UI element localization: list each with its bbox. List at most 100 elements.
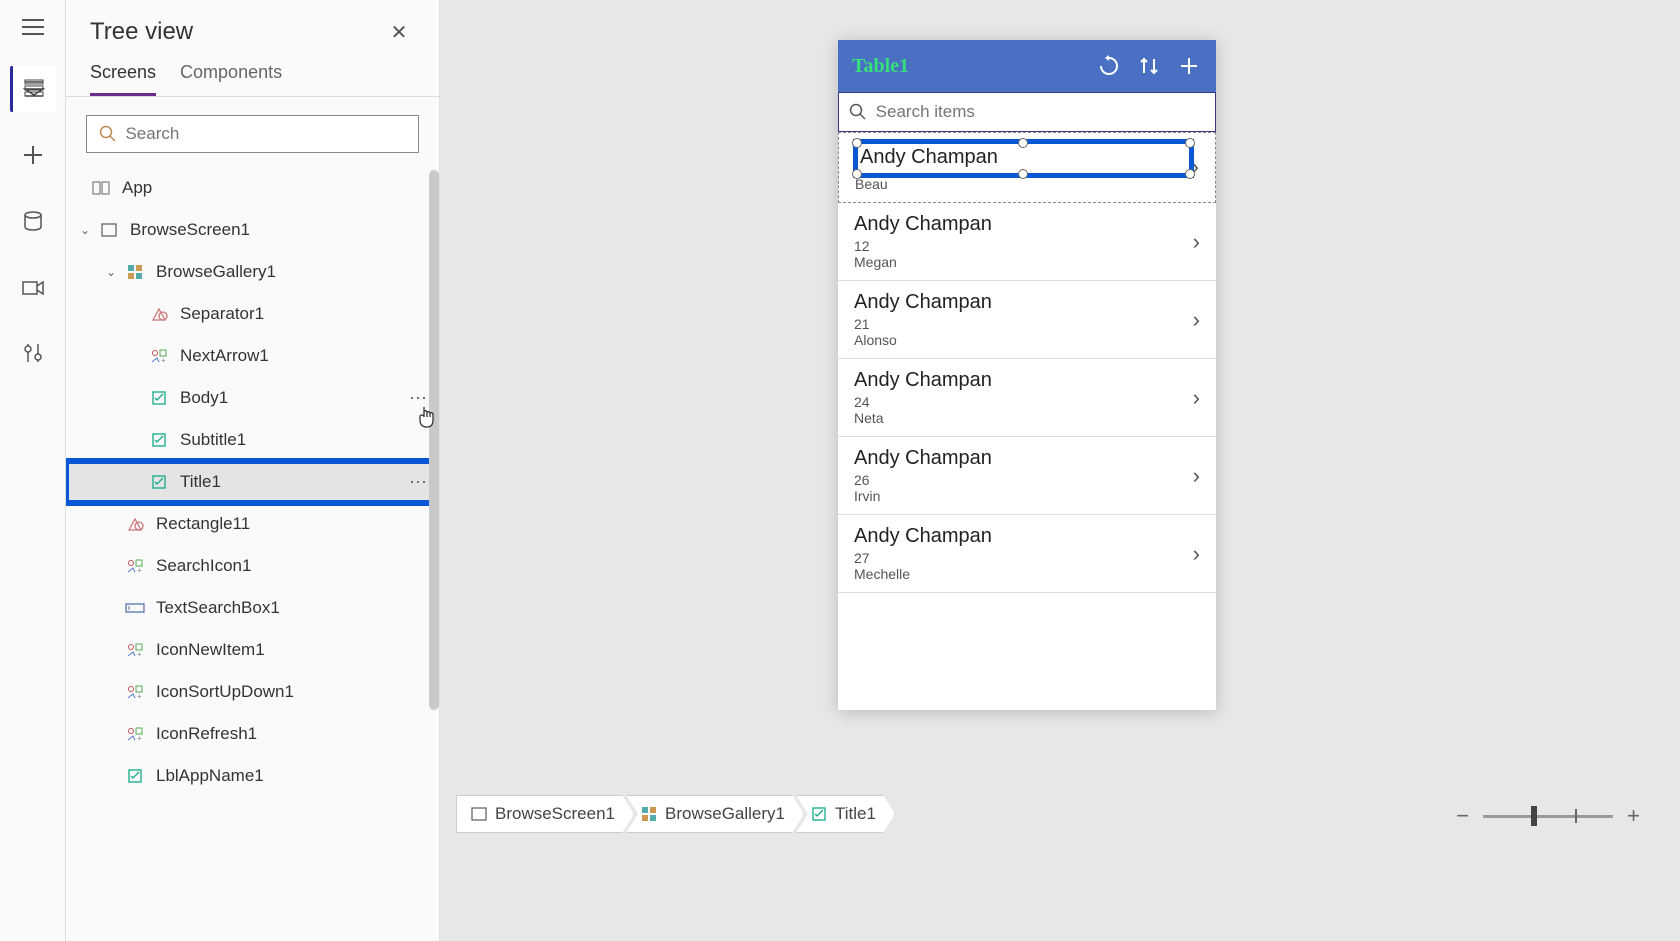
tree-node-lblappname1[interactable]: LblAppName1	[66, 755, 439, 797]
item-title: Andy Champan	[854, 525, 1193, 548]
breadcrumb: BrowseScreen1 BrowseGallery1 Title1	[456, 795, 895, 833]
gallery-item[interactable]: Andy Champan 27Mechelle›	[838, 515, 1216, 593]
tree-node-subtitle1[interactable]: Subtitle1	[66, 419, 439, 461]
app-icon	[90, 177, 112, 199]
zoom-control: − +	[1456, 803, 1640, 829]
tree-node-screen[interactable]: ⌄ BrowseScreen1	[66, 209, 439, 251]
control-icon: +	[124, 723, 146, 745]
zoom-out-button[interactable]: −	[1456, 803, 1469, 829]
item-subtitle: 12	[854, 238, 1193, 254]
item-title: Andy Champan	[854, 447, 1193, 470]
tree-node-gallery[interactable]: ⌄ BrowseGallery1	[66, 251, 439, 293]
tree-scrollbar[interactable]	[429, 170, 439, 710]
item-body: Megan	[854, 254, 1193, 270]
refresh-icon[interactable]	[1096, 53, 1122, 79]
gallery-item[interactable]: Andy Champan 21Alonso›	[838, 281, 1216, 359]
item-body: Irvin	[854, 488, 1193, 504]
chevron-down-icon[interactable]: ⌄	[104, 265, 118, 279]
app-preview: Table1 Andy ChampanBeau›Andy Champan12Me…	[838, 40, 1216, 710]
rail-data-icon[interactable]	[10, 198, 56, 244]
more-icon[interactable]: ⋯	[409, 472, 429, 493]
search-icon	[849, 103, 866, 121]
svg-text:+: +	[137, 734, 142, 742]
tree-node-textsearchbox1[interactable]: TextSearchBox1	[66, 587, 439, 629]
item-subtitle: 21	[854, 316, 1193, 332]
control-icon: +	[124, 639, 146, 661]
svg-text:+: +	[137, 566, 142, 574]
item-title: Andy Champan	[854, 369, 1193, 392]
rail-treeview-icon[interactable]	[10, 66, 56, 112]
screen-icon	[98, 219, 120, 241]
item-title: Andy Champan	[854, 291, 1193, 314]
tab-components[interactable]: Components	[180, 62, 282, 96]
item-body: Neta	[854, 410, 1193, 426]
app-search-bar[interactable]	[838, 92, 1216, 132]
chevron-right-icon[interactable]: ›	[1193, 541, 1200, 567]
tree-tabs: Screens Components	[66, 54, 439, 97]
search-icon	[99, 125, 115, 143]
item-body: Mechelle	[854, 566, 1193, 582]
item-subtitle: 27	[854, 550, 1193, 566]
tree-search-input[interactable]	[125, 124, 406, 144]
tree-node-title1[interactable]: Title1⋯	[66, 461, 439, 503]
svg-text:+: +	[137, 650, 142, 658]
hamburger-icon[interactable]	[12, 8, 54, 46]
control-icon	[124, 597, 146, 619]
gallery-item[interactable]: Andy Champan 12Megan›	[838, 203, 1216, 281]
control-icon: +	[124, 681, 146, 703]
app-title-label: Table1	[852, 55, 1082, 78]
gallery-item[interactable]: Andy Champan 24Neta›	[838, 359, 1216, 437]
tab-screens[interactable]: Screens	[90, 62, 156, 96]
app-search-input[interactable]	[876, 102, 1205, 122]
control-icon: +	[148, 345, 170, 367]
tree-list: App ⌄ BrowseScreen1 ⌄ BrowseGallery1 Sep…	[66, 167, 439, 938]
zoom-slider[interactable]	[1483, 815, 1613, 818]
gallery-item[interactable]: Andy ChampanBeau›	[838, 132, 1216, 203]
tree-node-iconsortupdown1[interactable]: +IconSortUpDown1	[66, 671, 439, 713]
left-rail	[0, 0, 66, 941]
tree-node-iconnewitem1[interactable]: +IconNewItem1	[66, 629, 439, 671]
gallery-item[interactable]: Andy Champan 26Irvin›	[838, 437, 1216, 515]
item-subtitle: 24	[854, 394, 1193, 410]
zoom-in-button[interactable]: +	[1627, 803, 1640, 829]
item-title: Andy Champan	[854, 213, 1193, 236]
control-icon	[124, 765, 146, 787]
tree-node-rectangle11[interactable]: Rectangle11	[66, 503, 439, 545]
more-icon[interactable]: ⋯	[409, 388, 429, 409]
tree-node-body1[interactable]: Body1⋯	[66, 377, 439, 419]
breadcrumb-screen[interactable]: BrowseScreen1	[456, 795, 634, 833]
item-subtitle: 26	[854, 472, 1193, 488]
control-icon	[124, 513, 146, 535]
chevron-right-icon[interactable]: ›	[1193, 307, 1200, 333]
app-header: Table1	[838, 40, 1216, 92]
tree-node-nextarrow1[interactable]: +NextArrow1	[66, 335, 439, 377]
control-icon: +	[124, 555, 146, 577]
tree-node-iconrefresh1[interactable]: +IconRefresh1	[66, 713, 439, 755]
chevron-right-icon[interactable]: ›	[1193, 229, 1200, 255]
chevron-right-icon[interactable]: ›	[1193, 463, 1200, 489]
chevron-down-icon[interactable]: ⌄	[78, 223, 92, 237]
control-icon	[148, 387, 170, 409]
tree-node-searchicon1[interactable]: +SearchIcon1	[66, 545, 439, 587]
control-icon	[148, 429, 170, 451]
rail-media-icon[interactable]	[10, 264, 56, 310]
tree-node-app[interactable]: App	[66, 167, 439, 209]
sort-icon[interactable]	[1136, 53, 1162, 79]
add-icon[interactable]	[1176, 53, 1202, 79]
chevron-right-icon[interactable]: ›	[1193, 385, 1200, 411]
tree-view-panel: Tree view ✕ Screens Components App ⌄ Bro…	[66, 0, 440, 941]
item-body: Alonso	[854, 332, 1193, 348]
tree-search-box[interactable]	[86, 115, 419, 153]
tree-node-separator1[interactable]: Separator1	[66, 293, 439, 335]
selected-title-control[interactable]: Andy Champan	[853, 139, 1194, 178]
close-icon[interactable]: ✕	[383, 16, 415, 48]
control-icon	[148, 303, 170, 325]
control-icon	[148, 471, 170, 493]
breadcrumb-control[interactable]: Title1	[796, 795, 895, 833]
rail-insert-icon[interactable]	[10, 132, 56, 178]
panel-title: Tree view	[90, 18, 193, 46]
gallery-icon	[124, 261, 146, 283]
svg-text:+: +	[137, 692, 142, 700]
rail-advanced-icon[interactable]	[10, 330, 56, 376]
breadcrumb-gallery[interactable]: BrowseGallery1	[626, 795, 804, 833]
